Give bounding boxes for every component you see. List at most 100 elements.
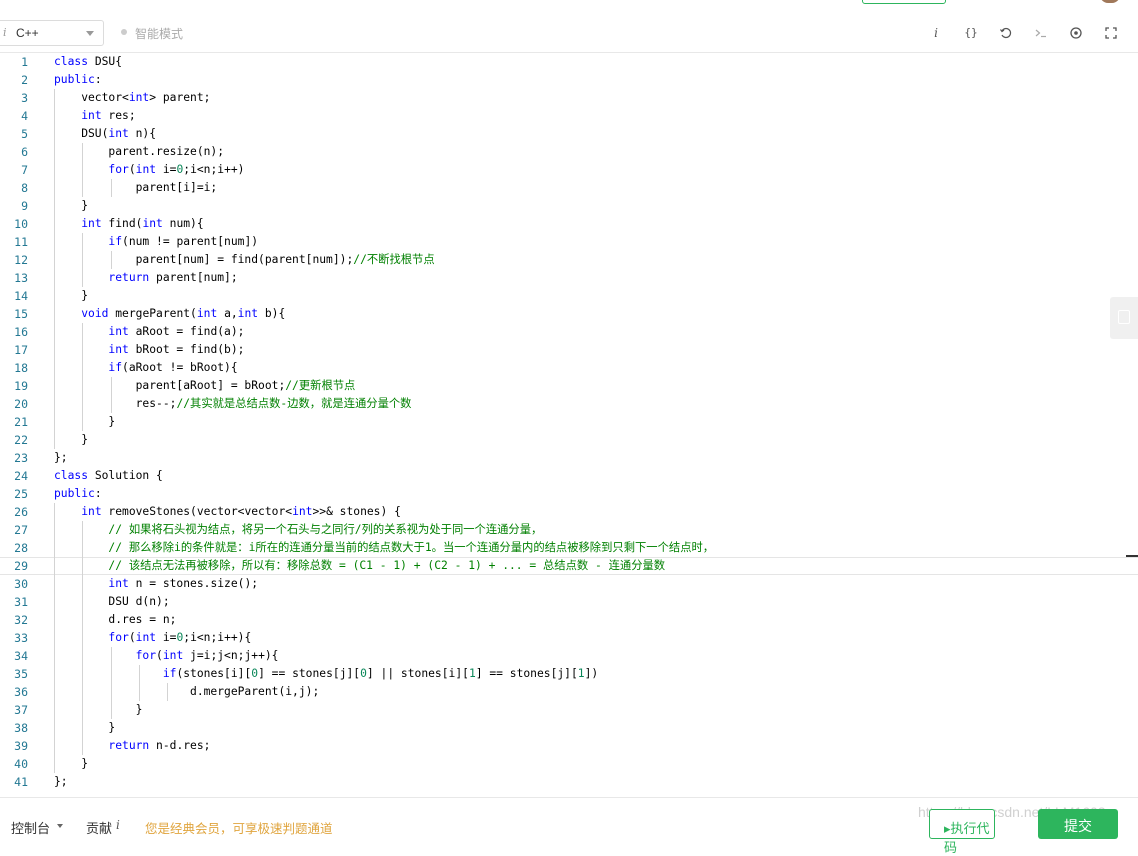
braces-icon[interactable]: {} — [963, 25, 979, 41]
code-text[interactable]: for(int j=i;j<n;j++){ — [54, 647, 279, 665]
info-icon[interactable]: i — [928, 25, 944, 41]
smart-mode-toggle-icon[interactable] — [121, 29, 127, 35]
code-line[interactable]: 40 } — [0, 755, 1138, 773]
code-line[interactable]: 5 DSU(int n){ — [0, 125, 1138, 143]
console-toggle[interactable]: 控制台 — [11, 818, 50, 837]
code-text[interactable]: return parent[num]; — [54, 269, 237, 287]
code-line[interactable]: 39 return n-d.res; — [0, 737, 1138, 755]
code-text[interactable]: return n-d.res; — [54, 737, 210, 755]
code-line[interactable]: 7 for(int i=0;i<n;i++) — [0, 161, 1138, 179]
code-text[interactable]: } — [54, 701, 143, 719]
code-text[interactable]: for(int i=0;i<n;i++){ — [54, 629, 251, 647]
reset-icon[interactable] — [998, 25, 1014, 41]
code-text[interactable]: int bRoot = find(b); — [54, 341, 244, 359]
code-text[interactable]: parent[num] = find(parent[num]);//不断找根节点 — [54, 251, 435, 269]
language-select[interactable]: i C++ — [0, 20, 104, 46]
code-text[interactable]: parent[i]=i; — [54, 179, 218, 197]
code-text[interactable]: void mergeParent(int a,int b){ — [54, 305, 285, 323]
code-text[interactable]: int n = stones.size(); — [54, 575, 258, 593]
code-line[interactable]: 18 if(aRoot != bRoot){ — [0, 359, 1138, 377]
terminal-icon[interactable] — [1033, 25, 1049, 41]
code-line[interactable]: 3 vector<int> parent; — [0, 89, 1138, 107]
code-text[interactable]: } — [54, 719, 115, 737]
code-text[interactable]: parent.resize(n); — [54, 143, 224, 161]
code-text[interactable]: }; — [54, 773, 68, 791]
code-line[interactable]: 4 int res; — [0, 107, 1138, 125]
code-line[interactable]: 2 public: — [0, 71, 1138, 89]
code-text[interactable]: d.mergeParent(i,j); — [54, 683, 319, 701]
code-line[interactable]: 15 void mergeParent(int a,int b){ — [0, 305, 1138, 323]
code-text[interactable]: int find(int num){ — [54, 215, 203, 233]
code-text[interactable]: // 该结点无法再被移除，所以有：移除总数 = (C1 - 1) + (C2 -… — [54, 557, 665, 575]
code-text[interactable]: } — [54, 431, 88, 449]
code-text[interactable]: }; — [54, 449, 68, 467]
code-text[interactable]: class Solution { — [54, 467, 163, 485]
code-line[interactable]: 17 int bRoot = find(b); — [0, 341, 1138, 359]
code-text[interactable]: int aRoot = find(a); — [54, 323, 244, 341]
code-text[interactable]: vector<int> parent; — [54, 89, 210, 107]
code-editor[interactable]: 1 class DSU{2 public: 3 vector<int> parent;… — [0, 53, 1138, 797]
code-text[interactable]: int res; — [54, 107, 135, 125]
code-text[interactable]: int removeStones(vector<vector<int>>& st… — [54, 503, 401, 521]
code-text[interactable]: // 如果将石头视为结点，将另一个石头与之同行/列的关系视为处于同一个连通分量， — [54, 521, 542, 539]
code-text[interactable]: } — [54, 287, 88, 305]
code-text[interactable]: if(stones[i][0] == stones[j][0] || stone… — [54, 665, 598, 683]
code-text[interactable]: parent[aRoot] = bRoot;//更新根节点 — [54, 377, 356, 395]
code-text[interactable]: res--;//其实就是总结点数-边数，就是连通分量个数 — [54, 395, 412, 413]
code-line[interactable]: 41}; — [0, 773, 1138, 791]
code-text[interactable]: } — [54, 413, 115, 431]
code-text[interactable]: public: — [54, 71, 102, 89]
code-line[interactable]: 6 parent.resize(n); — [0, 143, 1138, 161]
code-line[interactable]: 29 // 该结点无法再被移除，所以有：移除总数 = (C1 - 1) + (C… — [0, 557, 1138, 575]
code-line[interactable]: 27 // 如果将石头视为结点，将另一个石头与之同行/列的关系视为处于同一个连通… — [0, 521, 1138, 539]
code-line[interactable]: 26 int removeStones(vector<vector<int>>&… — [0, 503, 1138, 521]
side-panel-tab[interactable] — [1110, 297, 1138, 339]
code-line[interactable]: 22 } — [0, 431, 1138, 449]
smart-mode-label[interactable]: 智能模式 — [135, 25, 183, 42]
code-text[interactable]: for(int i=0;i<n;i++) — [54, 161, 244, 179]
code-line[interactable]: 24 class Solution { — [0, 467, 1138, 485]
code-text[interactable]: d.res = n; — [54, 611, 176, 629]
code-line[interactable]: 28 // 那么移除i的条件就是：i所在的连通分量当前的结点数大于1。当一个连通… — [0, 539, 1138, 557]
code-text[interactable]: // 那么移除i的条件就是：i所在的连通分量当前的结点数大于1。当一个连通分量内… — [54, 539, 714, 557]
code-text[interactable]: } — [54, 197, 88, 215]
code-line[interactable]: 35 if(stones[i][0] == stones[j][0] || st… — [0, 665, 1138, 683]
chevron-down-icon[interactable] — [57, 824, 63, 828]
code-line[interactable]: 38 } — [0, 719, 1138, 737]
code-text[interactable]: if(num != parent[num]) — [54, 233, 258, 251]
code-text[interactable]: public: — [54, 485, 102, 503]
code-line[interactable]: 23}; — [0, 449, 1138, 467]
avatar[interactable] — [1100, 0, 1120, 3]
code-text[interactable]: DSU d(n); — [54, 593, 169, 611]
code-line[interactable]: 36 d.mergeParent(i,j); — [0, 683, 1138, 701]
code-line[interactable]: 8 parent[i]=i; — [0, 179, 1138, 197]
code-line[interactable]: 16 int aRoot = find(a); — [0, 323, 1138, 341]
code-line[interactable]: 11 if(num != parent[num]) — [0, 233, 1138, 251]
submit-button[interactable]: 提交 — [1038, 809, 1118, 839]
fullscreen-icon[interactable] — [1103, 25, 1119, 41]
code-line[interactable]: 37 } — [0, 701, 1138, 719]
code-line[interactable]: 21 } — [0, 413, 1138, 431]
code-line[interactable]: 10 int find(int num){ — [0, 215, 1138, 233]
code-line[interactable]: 19 parent[aRoot] = bRoot;//更新根节点 — [0, 377, 1138, 395]
code-line[interactable]: 32 d.res = n; — [0, 611, 1138, 629]
code-line[interactable]: 34 for(int j=i;j<n;j++){ — [0, 647, 1138, 665]
code-text[interactable]: } — [54, 755, 88, 773]
top-action-button[interactable] — [862, 0, 946, 4]
code-text[interactable]: class DSU{ — [54, 53, 122, 71]
code-line[interactable]: 20 res--;//其实就是总结点数-边数，就是连通分量个数 — [0, 395, 1138, 413]
code-text[interactable]: if(aRoot != bRoot){ — [54, 359, 237, 377]
code-line[interactable]: 31 DSU d(n); — [0, 593, 1138, 611]
code-line[interactable]: 30 int n = stones.size(); — [0, 575, 1138, 593]
code-line[interactable]: 9 } — [0, 197, 1138, 215]
code-line[interactable]: 1 class DSU{ — [0, 53, 1138, 71]
run-code-button[interactable]: ▸执行代码 — [929, 809, 995, 856]
contribute-link[interactable]: 贡献 — [86, 818, 112, 837]
code-text[interactable]: DSU(int n){ — [54, 125, 156, 143]
code-line[interactable]: 33 for(int i=0;i<n;i++){ — [0, 629, 1138, 647]
code-line[interactable]: 13 return parent[num]; — [0, 269, 1138, 287]
settings-icon[interactable] — [1068, 25, 1084, 41]
code-line[interactable]: 14 } — [0, 287, 1138, 305]
code-line[interactable]: 25 public: — [0, 485, 1138, 503]
code-line[interactable]: 12 parent[num] = find(parent[num]);//不断找… — [0, 251, 1138, 269]
